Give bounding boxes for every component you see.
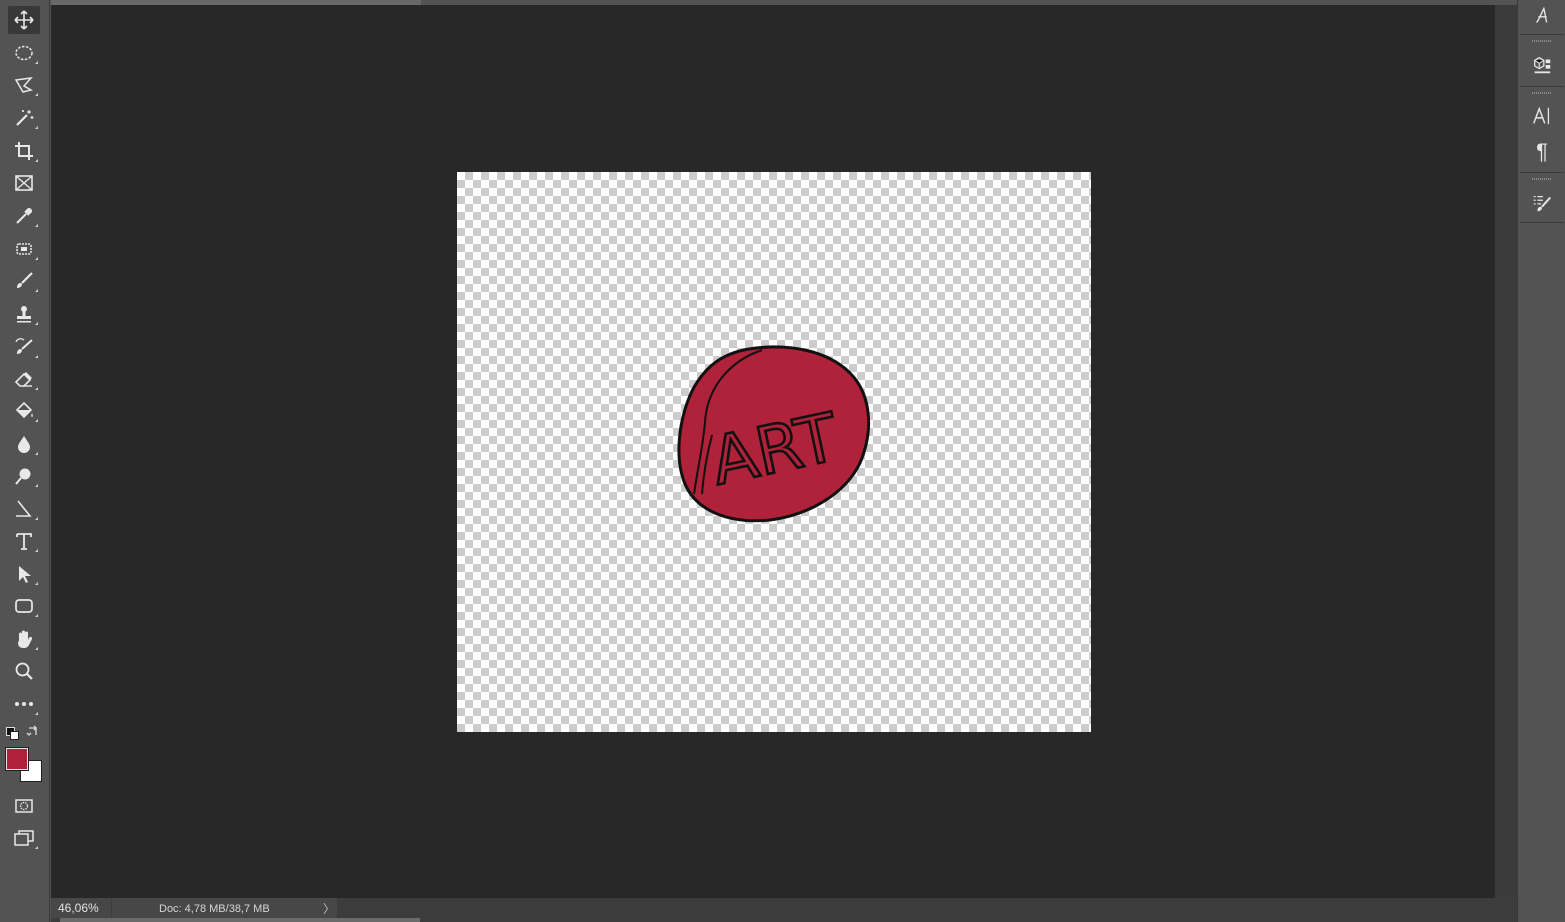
clone-stamp-tool[interactable] — [8, 300, 40, 328]
polygonal-lasso-tool[interactable] — [8, 71, 40, 99]
3d-icon — [1534, 56, 1551, 74]
brush-icon — [17, 272, 33, 288]
screen-mode-icon — [14, 830, 34, 846]
quick-mask-button[interactable] — [8, 792, 40, 820]
3d-button[interactable] — [1526, 50, 1558, 80]
art-badge-drawing: ART — [677, 345, 870, 523]
type-tool[interactable] — [8, 527, 40, 555]
zoom-icon — [15, 662, 33, 680]
stamp-icon — [17, 306, 31, 323]
paragraph-button[interactable]: ¶ — [1526, 137, 1558, 167]
brush-tool[interactable] — [8, 267, 40, 295]
elliptical-marquee-tool[interactable] — [8, 39, 40, 67]
magic-wand-tool[interactable] — [8, 104, 40, 132]
rounded-rect-icon — [15, 599, 33, 613]
script-a-icon — [1536, 6, 1548, 23]
move-icon — [14, 10, 34, 30]
dodge-tool[interactable] — [8, 462, 40, 490]
crop-icon — [15, 142, 33, 160]
foreground-color-swatch[interactable] — [5, 747, 29, 771]
blur-tool[interactable] — [8, 430, 40, 458]
panel-dock: ¶ — [1517, 0, 1565, 922]
dodge-icon — [15, 468, 31, 485]
lasso-icon — [14, 76, 33, 93]
zoom-tool[interactable] — [8, 657, 40, 685]
zoom-level-field[interactable]: 46,06% — [51, 898, 111, 918]
brush-settings-button[interactable] — [1526, 188, 1558, 218]
edit-toolbar[interactable] — [8, 690, 40, 718]
brush-settings-icon — [1533, 195, 1551, 212]
more-icon — [15, 702, 33, 706]
path-selection-tool[interactable] — [8, 560, 40, 588]
swap-colors-icon[interactable] — [26, 724, 40, 738]
status-bar: 46,06% Doc: 4,78 MB/38,7 MB 〉 — [51, 898, 1517, 922]
move-tool[interactable] — [8, 6, 40, 34]
eyedropper-tool[interactable] — [8, 202, 40, 230]
ellipse-marquee-icon — [15, 45, 33, 61]
pilcrow-icon: ¶ — [1536, 139, 1548, 164]
history-brush-icon — [15, 338, 33, 354]
eraser-tool[interactable] — [8, 365, 40, 393]
image-canvas[interactable]: ART — [457, 172, 1091, 732]
hand-icon — [18, 630, 33, 648]
magic-wand-icon — [16, 110, 34, 126]
character-styles-button[interactable] — [1526, 0, 1558, 30]
rectangle-tool[interactable] — [8, 592, 40, 620]
eraser-icon — [14, 372, 32, 387]
eyedropper-icon — [16, 208, 32, 224]
character-button[interactable] — [1526, 101, 1558, 131]
horizontal-scrollbar-thumb[interactable] — [60, 918, 420, 922]
character-icon — [1533, 106, 1550, 125]
paint-bucket-icon — [15, 401, 33, 419]
pen-icon — [16, 500, 32, 517]
frame-icon — [15, 175, 33, 191]
document-info: Doc: 4,78 MB/38,7 MB — [112, 898, 337, 920]
healing-icon — [16, 243, 32, 255]
arrow-select-icon — [19, 566, 31, 583]
paint-bucket-tool[interactable] — [8, 397, 40, 425]
spot-healing-tool[interactable] — [8, 235, 40, 263]
default-colors-icon[interactable] — [6, 727, 19, 740]
quick-mask-icon — [15, 799, 33, 813]
type-icon — [16, 533, 32, 550]
screen-mode-button[interactable] — [8, 824, 40, 852]
vertical-scrollbar[interactable] — [1495, 5, 1517, 898]
hand-tool[interactable] — [8, 625, 40, 653]
frame-tool[interactable] — [8, 169, 40, 197]
blur-drop-icon — [18, 436, 30, 453]
crop-tool[interactable] — [8, 137, 40, 165]
tools-panel — [0, 0, 50, 922]
pen-tool[interactable] — [8, 495, 40, 523]
status-menu-arrow-icon[interactable]: 〉 — [323, 900, 335, 917]
history-brush-tool[interactable] — [8, 333, 40, 361]
